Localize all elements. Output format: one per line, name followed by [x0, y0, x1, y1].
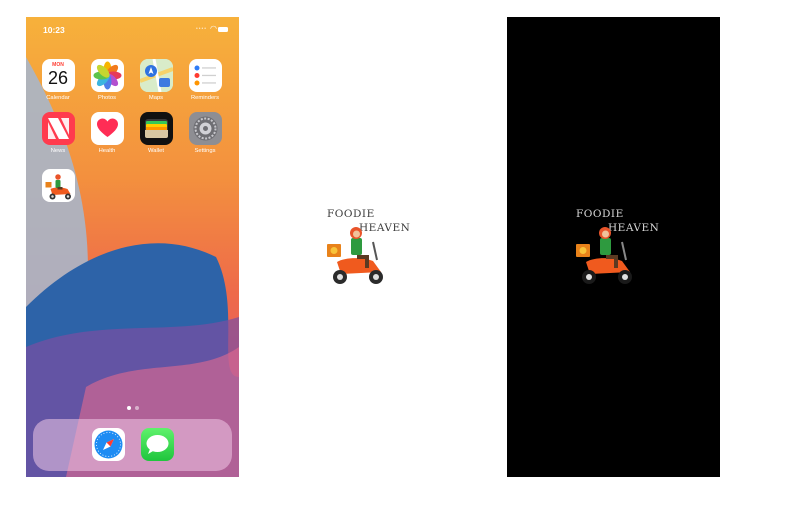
page-indicator[interactable]	[26, 397, 239, 415]
app-reminders[interactable]: Reminders	[188, 59, 222, 101]
app-wallet[interactable]: Wallet	[139, 112, 173, 154]
logo-line1: FOODIE	[576, 208, 624, 220]
app-settings[interactable]: Settings	[188, 112, 222, 154]
app-photos[interactable]: Photos	[90, 59, 124, 101]
status-bar: 10:23 •••• ◠	[26, 17, 239, 39]
health-icon	[90, 112, 124, 145]
app-label: Photos	[97, 95, 117, 101]
wallet-icon	[139, 112, 173, 145]
app-health[interactable]: Health	[90, 112, 124, 154]
maps-icon	[139, 59, 173, 92]
status-time: 10:23	[43, 25, 65, 35]
signal-icon: ••••	[195, 26, 207, 32]
photos-icon	[90, 59, 124, 92]
app-calendar[interactable]: MON 26 Calendar	[41, 59, 75, 101]
foodie-heaven-app-icon	[41, 169, 75, 202]
app-label: News	[50, 148, 66, 154]
dock	[33, 419, 232, 471]
app-label: Wallet	[148, 148, 164, 154]
battery-icon	[218, 27, 228, 32]
foodie-heaven-logo-dark: FOODIE HEAVEN	[576, 208, 666, 292]
reminders-icon	[188, 59, 222, 92]
app-label: Health	[98, 148, 116, 154]
delivery-scooter-icon	[576, 227, 632, 284]
dock-safari[interactable]	[91, 428, 125, 461]
logo-line1: FOODIE	[327, 208, 375, 220]
app-label: Settings	[194, 148, 216, 154]
settings-icon	[188, 112, 222, 145]
calendar-icon: MON 26	[41, 59, 75, 92]
page-dot-active	[126, 406, 131, 410]
home-screen: 10:23 •••• ◠ MON 26 Calendar Photos Maps…	[26, 17, 239, 477]
app-label: Maps	[148, 95, 164, 101]
safari-icon	[91, 428, 125, 461]
app-news[interactable]: News	[41, 112, 75, 154]
app-foodie-heaven[interactable]	[41, 169, 75, 202]
page-dot	[134, 406, 139, 410]
dock-messages[interactable]	[140, 428, 174, 461]
messages-icon	[140, 428, 174, 461]
news-icon	[41, 112, 75, 145]
app-label: Calendar	[46, 95, 70, 101]
calendar-day: 26	[47, 68, 69, 88]
app-maps[interactable]: Maps	[139, 59, 173, 101]
delivery-scooter-icon	[327, 227, 383, 284]
foodie-heaven-logo-light: FOODIE HEAVEN	[327, 208, 417, 292]
app-label: Reminders	[190, 95, 220, 101]
wifi-icon: ◠	[210, 24, 217, 33]
